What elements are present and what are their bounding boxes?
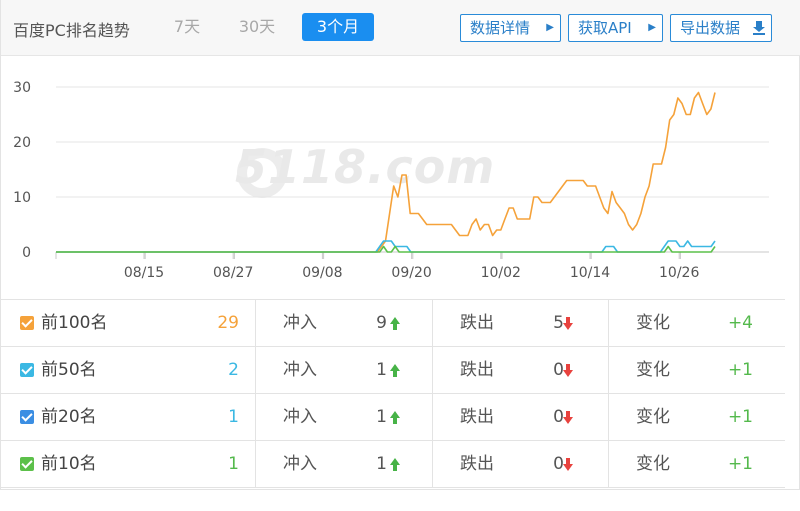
rank-value: 1 [228,454,239,474]
get-api-label: 获取API [578,19,632,37]
out-value: 0 [553,407,564,427]
stats-row-top100: 前100名 29 冲入 9 跌出 5 变化 +4 [1,300,785,347]
arrow-up-icon [390,458,400,471]
caret-right-icon: ▶ [648,22,656,33]
y-tick-label: 10 [13,190,31,206]
rank-label: 前50名 [41,360,97,380]
caret-right-icon: ▶ [546,22,554,33]
out-label: 跌出 [460,454,494,474]
export-data-button[interactable]: 导出数据 [670,14,772,42]
stats-table: 前100名 29 冲入 9 跌出 5 变化 +4 前50名 2 冲入 1 跌出 … [1,299,785,488]
x-tick-label: 10/02 [481,265,521,281]
change-label: 变化 [636,313,670,333]
ranking-line-chart: 0 10 20 30 08/15 08/27 09/08 09/20 10/02 10/14 10/… [13,80,769,281]
arrow-down-icon [563,458,573,471]
download-icon [753,21,765,35]
tab-3-months[interactable]: 3个月 [302,13,374,41]
change-label: 变化 [636,407,670,427]
out-value: 0 [553,454,564,474]
arrow-down-icon [563,411,573,424]
checkbox-checked-icon[interactable] [20,363,34,377]
in-label: 冲入 [283,407,317,427]
arrow-up-icon [390,364,400,377]
rank-label: 前10名 [41,454,97,474]
in-value: 9 [376,313,387,333]
in-label: 冲入 [283,360,317,380]
in-label: 冲入 [283,313,317,333]
x-tick-label: 08/15 [124,265,164,281]
out-label: 跌出 [460,360,494,380]
in-value: 1 [376,407,387,427]
rank-value: 2 [228,360,239,380]
arrow-down-icon [563,364,573,377]
data-detail-button[interactable]: 数据详情 ▶ [460,14,561,42]
in-label: 冲入 [283,454,317,474]
rank-value: 29 [217,313,239,333]
tab-30-days[interactable]: 30天 [231,13,283,41]
x-tick-label: 09/08 [302,265,342,281]
change-label: 变化 [636,360,670,380]
change-value: +1 [727,454,753,474]
checkbox-checked-icon[interactable] [20,410,34,424]
x-tick-label: 10/26 [659,265,699,281]
panel-header: 百度PC排名趋势 7天 30天 3个月 数据详情 ▶ 获取API ▶ 导出数据 [1,0,800,56]
tab-7-days[interactable]: 7天 [167,13,207,41]
data-detail-label: 数据详情 [470,19,531,37]
x-tick-label: 09/20 [391,265,431,281]
out-value: 5 [553,313,564,333]
in-value: 1 [376,454,387,474]
rank-value: 1 [228,407,239,427]
series-line [56,91,716,253]
x-tick-label: 08/27 [213,265,253,281]
change-value: +1 [727,360,753,380]
y-tick-label: 30 [13,80,31,96]
arrow-up-icon [390,317,400,330]
stats-row-top20: 前20名 1 冲入 1 跌出 0 变化 +1 [1,394,785,441]
y-tick-label: 20 [13,135,31,151]
x-tick-label: 10/14 [570,265,610,281]
change-value: +1 [727,407,753,427]
arrow-down-icon [563,317,573,330]
checkbox-checked-icon[interactable] [20,457,34,471]
out-label: 跌出 [460,313,494,333]
panel-title: 百度PC排名趋势 [13,21,130,40]
rank-label: 前20名 [41,407,97,427]
stats-row-top50: 前50名 2 冲入 1 跌出 0 变化 +1 [1,347,785,394]
export-data-label: 导出数据 [680,19,741,37]
out-label: 跌出 [460,407,494,427]
checkbox-checked-icon[interactable] [20,316,34,330]
change-label: 变化 [636,454,670,474]
out-value: 0 [553,360,564,380]
stats-row-top10: 前10名 1 冲入 1 跌出 0 变化 +1 [1,441,785,488]
y-tick-label: 0 [22,245,31,261]
in-value: 1 [376,360,387,380]
rank-label: 前100名 [41,313,108,333]
arrow-up-icon [390,411,400,424]
change-value: +4 [727,313,753,333]
ranking-trend-panel: 百度PC排名趋势 7天 30天 3个月 数据详情 ▶ 获取API ▶ 导出数据 … [0,0,800,490]
get-api-button[interactable]: 获取API ▶ [568,14,663,42]
